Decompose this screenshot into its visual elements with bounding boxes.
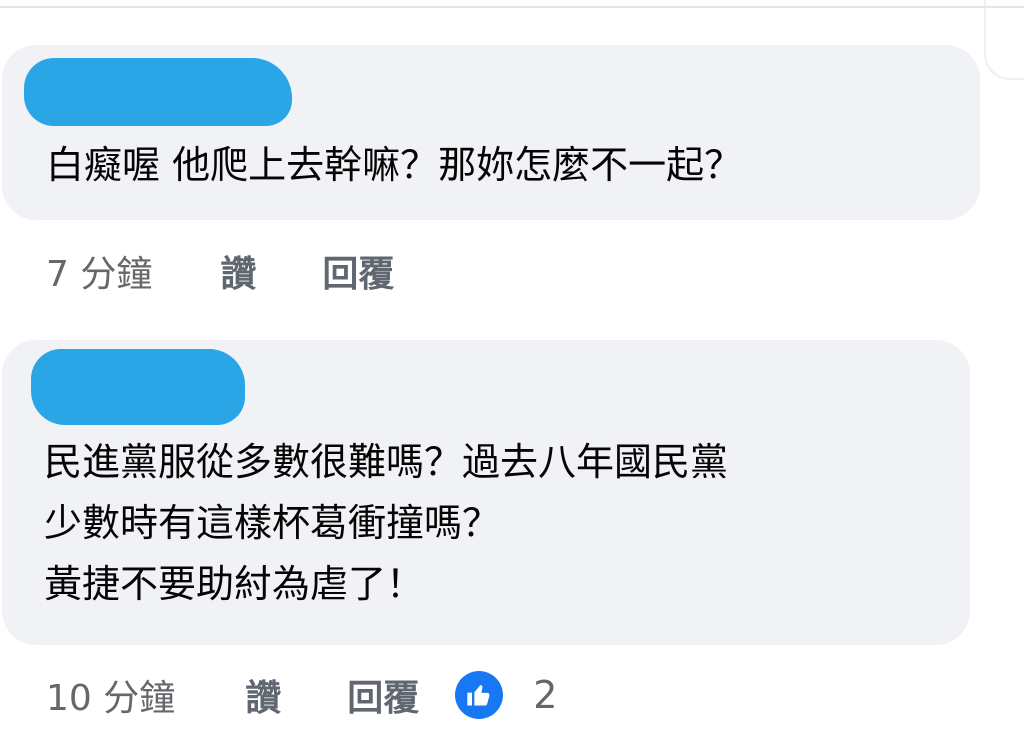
redacted-author-name xyxy=(31,349,245,425)
comment-text-line: 少數時有這樣杯葛衝撞嗎？ xyxy=(44,501,501,545)
comment-text-line: 民進黨服從多數很難嗎？過去八年國民黨 xyxy=(44,440,729,484)
comment-text: 白癡喔 他爬上去幹嘛？那妳怎麼不一起？ xyxy=(46,143,743,187)
top-divider xyxy=(0,6,1024,8)
comment-timestamp[interactable]: 10 分鐘 xyxy=(46,669,175,721)
redacted-author-name xyxy=(24,58,292,126)
comment-actions: 10 分鐘 讚 回覆 2 xyxy=(46,668,557,722)
reply-button[interactable]: 回覆 xyxy=(347,669,419,721)
reply-button[interactable]: 回覆 xyxy=(322,245,394,297)
reaction-count: 2 xyxy=(533,673,558,717)
thumbs-up-icon xyxy=(455,671,504,719)
scroll-edge xyxy=(984,0,1024,80)
comment-text: 民進黨服從多數很難嗎？過去八年國民黨 少數時有這樣杯葛衝撞嗎？ 黃捷不要助紂為虐了！ xyxy=(44,432,728,615)
reaction-summary[interactable]: 2 xyxy=(455,671,557,719)
like-button[interactable]: 讚 xyxy=(220,245,256,297)
comment-timestamp[interactable]: 7 分鐘 xyxy=(46,245,152,297)
like-button[interactable]: 讚 xyxy=(245,669,281,721)
comment-actions: 7 分鐘 讚 回覆 xyxy=(46,244,394,298)
comment-text-line: 黃捷不要助紂為虐了！ xyxy=(44,562,425,606)
